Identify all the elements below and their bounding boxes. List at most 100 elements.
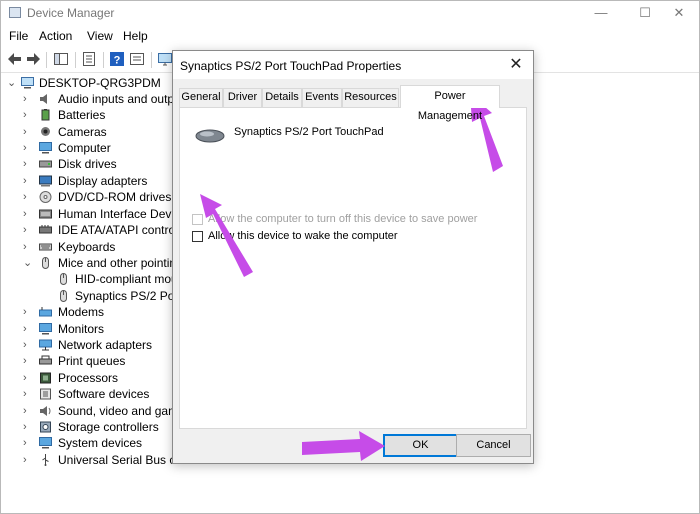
- tree-root-label: DESKTOP-QRG3PDM: [39, 76, 161, 90]
- chevron-right-icon[interactable]: ›: [23, 386, 33, 402]
- hid-icon: [39, 209, 52, 219]
- close-button[interactable]: ✕: [657, 3, 700, 23]
- tree-item-label: Software devices: [58, 387, 150, 401]
- keyboard-icon: [39, 243, 52, 251]
- chevron-right-icon[interactable]: ›: [23, 337, 33, 353]
- properties-icon[interactable]: [81, 51, 97, 67]
- processor-icon: [40, 372, 51, 384]
- back-icon[interactable]: [7, 51, 23, 67]
- chevron-right-icon[interactable]: ›: [23, 239, 33, 255]
- monitor-icon[interactable]: [157, 51, 173, 67]
- usb-icon: [42, 454, 49, 466]
- chevron-right-icon[interactable]: ›: [23, 403, 33, 419]
- tree-item-label: System devices: [58, 436, 143, 450]
- battery-icon: [41, 109, 50, 121]
- toolbar-separator: [75, 52, 76, 68]
- menu-action[interactable]: Action: [39, 29, 72, 43]
- menu-file[interactable]: File: [9, 29, 28, 43]
- mouse-icon: [60, 273, 67, 285]
- tree-item-label: Network adapters: [58, 338, 153, 352]
- chevron-right-icon[interactable]: ›: [23, 156, 33, 172]
- allow-turn-off-label: Allow the computer to turn off this devi…: [208, 213, 478, 225]
- tree-item-label: Monitors: [58, 322, 105, 336]
- tree-item-label: Sound, video and game controllers: [58, 404, 176, 418]
- tab-events[interactable]: Events: [302, 88, 342, 107]
- title-bar: Device Manager — ☐ ✕: [1, 1, 699, 25]
- cancel-button[interactable]: Cancel: [456, 434, 531, 457]
- help-icon[interactable]: ?: [109, 51, 125, 67]
- chevron-right-icon[interactable]: ›: [23, 91, 33, 107]
- computer-icon: [21, 77, 34, 89]
- system-device-icon: [39, 437, 52, 449]
- tree-item-label: Synaptics PS/2 Port TouchPad: [75, 289, 176, 303]
- mouse-icon: [42, 257, 49, 269]
- chevron-right-icon[interactable]: ›: [23, 452, 33, 468]
- modem-icon: [39, 307, 52, 317]
- software-device-icon: [40, 388, 51, 400]
- network-adapter-icon: [39, 339, 52, 351]
- chevron-right-icon[interactable]: ›: [23, 419, 33, 435]
- disk-drive-icon: [39, 160, 52, 168]
- ok-button[interactable]: OK: [383, 434, 458, 457]
- forward-icon[interactable]: [25, 51, 41, 67]
- chevron-right-icon[interactable]: ›: [23, 206, 33, 222]
- minimize-button[interactable]: —: [579, 3, 623, 23]
- device-name: Synaptics PS/2 Port TouchPad: [234, 126, 384, 138]
- tab-resources[interactable]: Resources: [342, 88, 399, 107]
- power-management-panel: Synaptics PS/2 Port TouchPad Allow the c…: [179, 107, 527, 429]
- sound-icon: [40, 406, 51, 416]
- chevron-right-icon[interactable]: ›: [23, 189, 33, 205]
- dvd-drive-icon: [39, 191, 52, 203]
- tree-item-label: Computer: [58, 141, 111, 155]
- device-manager-icon: [9, 7, 21, 18]
- chevron-right-icon[interactable]: ›: [23, 370, 33, 386]
- toolbar-separator: [151, 52, 152, 68]
- printer-icon: [39, 355, 52, 365]
- computer-icon: [39, 142, 52, 154]
- dialog-tabs: General Driver Details Events Resources …: [179, 85, 529, 122]
- chevron-right-icon[interactable]: ›: [23, 222, 33, 238]
- tree-item-label: Cameras: [58, 125, 107, 139]
- tab-general[interactable]: General: [179, 88, 223, 107]
- chevron-down-icon[interactable]: ⌄: [7, 75, 17, 91]
- chevron-right-icon[interactable]: ›: [23, 435, 33, 451]
- tree-item-label: Print queues: [58, 354, 126, 368]
- allow-wake-label[interactable]: Allow this device to wake the computer: [208, 230, 398, 242]
- tree-item-label: Modems: [58, 305, 105, 319]
- chevron-right-icon[interactable]: ›: [23, 140, 33, 156]
- dialog-title-bar: Synaptics PS/2 Port TouchPad Properties …: [173, 51, 533, 79]
- tree-item-label: Mice and other pointing devices: [58, 256, 176, 270]
- tree-item-label: Storage controllers: [58, 420, 159, 434]
- mouse-icon: [60, 290, 67, 302]
- dialog-close-button[interactable]: ✕: [505, 55, 527, 75]
- ide-controller-icon: [39, 225, 52, 234]
- menu-bar: File Action View Help: [1, 25, 699, 47]
- chevron-right-icon[interactable]: ›: [23, 321, 33, 337]
- tab-power-management[interactable]: Power Management: [400, 85, 500, 122]
- dialog-title: Synaptics PS/2 Port TouchPad Properties: [180, 59, 402, 73]
- menu-help[interactable]: Help: [123, 29, 148, 43]
- chevron-right-icon[interactable]: ›: [23, 304, 33, 320]
- properties-dialog: Synaptics PS/2 Port TouchPad Properties …: [172, 50, 534, 464]
- tree-item-label: HID-compliant mouse: [75, 272, 176, 286]
- show-hide-console-tree-icon[interactable]: [53, 51, 69, 67]
- allow-turn-off-checkbox: [192, 214, 203, 225]
- chevron-right-icon[interactable]: ›: [23, 107, 33, 123]
- tree-item-label: Universal Serial Bus controllers: [58, 453, 176, 467]
- tree-item-label: IDE ATA/ATAPI controllers: [58, 223, 176, 237]
- tab-details[interactable]: Details: [262, 88, 302, 107]
- storage-controller-icon: [40, 421, 51, 433]
- tree-item-label: Batteries: [58, 108, 106, 122]
- tab-driver[interactable]: Driver: [223, 88, 262, 107]
- view-icon[interactable]: [129, 51, 145, 67]
- chevron-right-icon[interactable]: ›: [23, 124, 33, 140]
- chevron-down-icon[interactable]: ⌄: [23, 255, 33, 271]
- tree-item-label: Keyboards: [58, 240, 116, 254]
- chevron-right-icon[interactable]: ›: [23, 173, 33, 189]
- menu-view[interactable]: View: [87, 29, 113, 43]
- option-allow-turn-off: Allow the computer to turn off this devi…: [192, 212, 492, 228]
- chevron-right-icon[interactable]: ›: [23, 353, 33, 369]
- option-allow-wake[interactable]: Allow this device to wake the computer: [192, 229, 492, 245]
- allow-wake-checkbox[interactable]: [192, 231, 203, 242]
- toolbar-separator: [103, 52, 104, 68]
